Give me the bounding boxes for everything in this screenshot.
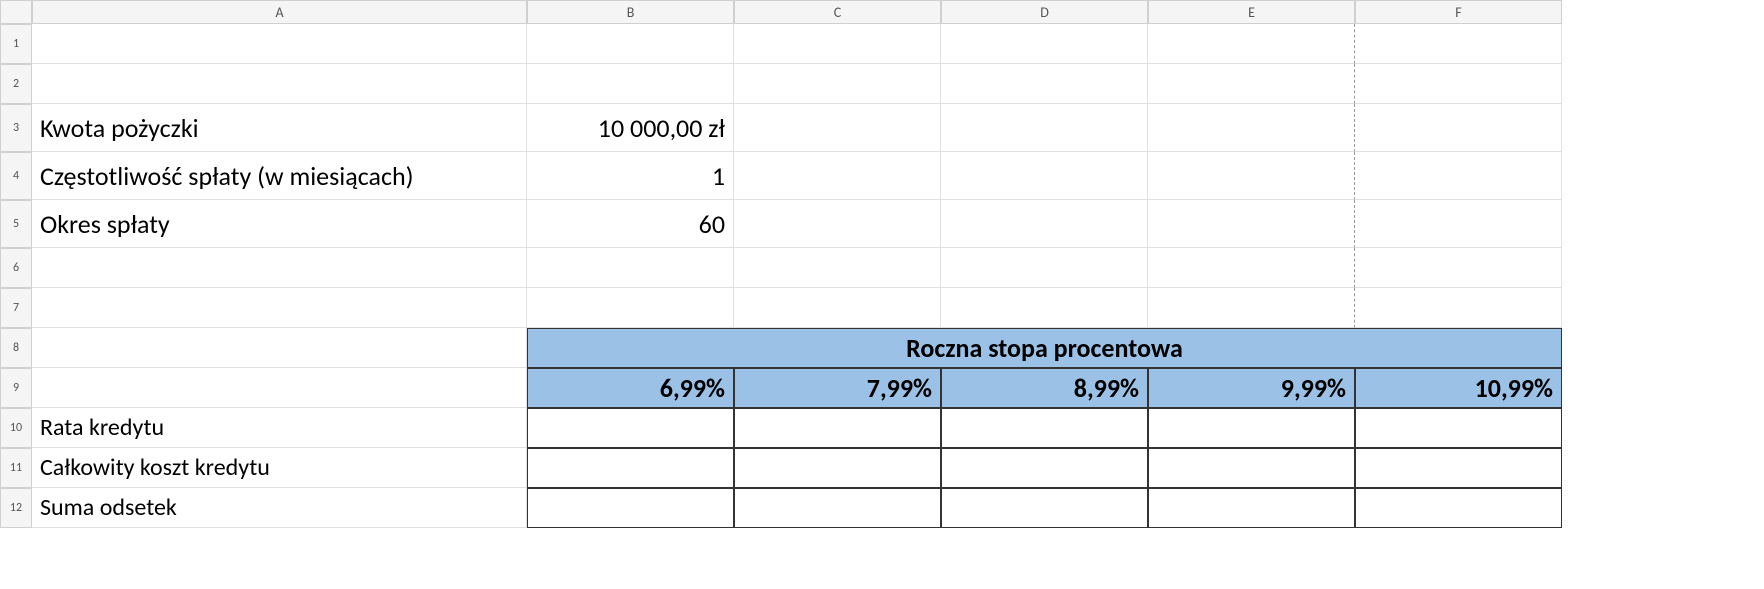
cell-b6[interactable] — [527, 248, 734, 288]
cell-c2[interactable] — [734, 64, 941, 104]
cell-a11-total-cost-label[interactable]: Całkowity koszt kredytu — [32, 448, 527, 488]
cell-d5[interactable] — [941, 200, 1148, 248]
cell-d1[interactable] — [941, 24, 1148, 64]
cell-f7[interactable] — [1355, 288, 1562, 328]
cell-b4-frequency-value[interactable]: 1 — [527, 152, 734, 200]
cell-b12[interactable] — [527, 488, 734, 528]
cell-c12[interactable] — [734, 488, 941, 528]
cell-e9-rate[interactable]: 9,99% — [1148, 368, 1355, 408]
cell-c7[interactable] — [734, 288, 941, 328]
cell-a4-frequency-label[interactable]: Częstotliwość spłaty (w miesiącach) — [32, 152, 527, 200]
corner-cell[interactable] — [0, 0, 32, 24]
cell-b1[interactable] — [527, 24, 734, 64]
cell-e10[interactable] — [1148, 408, 1355, 448]
cell-f3[interactable] — [1355, 104, 1562, 152]
cell-d9-rate[interactable]: 8,99% — [941, 368, 1148, 408]
row-header-8[interactable]: 8 — [0, 328, 32, 368]
col-header-f[interactable]: F — [1355, 0, 1562, 24]
cell-a7[interactable] — [32, 288, 527, 328]
cell-f9-rate[interactable]: 10,99% — [1355, 368, 1562, 408]
annual-rate-header[interactable]: Roczna stopa procentowa — [527, 328, 1562, 368]
cell-b3-loan-amount-value[interactable]: 10 000,00 zł — [527, 104, 734, 152]
cell-e4[interactable] — [1148, 152, 1355, 200]
cell-e11[interactable] — [1148, 448, 1355, 488]
cell-e7[interactable] — [1148, 288, 1355, 328]
row-header-10[interactable]: 10 — [0, 408, 32, 448]
cell-c6[interactable] — [734, 248, 941, 288]
cell-e6[interactable] — [1148, 248, 1355, 288]
cell-a10-installment-label[interactable]: Rata kredytu — [32, 408, 527, 448]
cell-b9-rate[interactable]: 6,99% — [527, 368, 734, 408]
cell-d10[interactable] — [941, 408, 1148, 448]
cell-d11[interactable] — [941, 448, 1148, 488]
cell-d7[interactable] — [941, 288, 1148, 328]
cell-c1[interactable] — [734, 24, 941, 64]
cell-c9-rate[interactable]: 7,99% — [734, 368, 941, 408]
cell-a3-loan-amount-label[interactable]: Kwota pożyczki — [32, 104, 527, 152]
cell-f4[interactable] — [1355, 152, 1562, 200]
cell-f1[interactable] — [1355, 24, 1562, 64]
row-header-1[interactable]: 1 — [0, 24, 32, 64]
cell-a8[interactable] — [32, 328, 527, 368]
cell-e2[interactable] — [1148, 64, 1355, 104]
cell-f12[interactable] — [1355, 488, 1562, 528]
col-header-e[interactable]: E — [1148, 0, 1355, 24]
col-header-d[interactable]: D — [941, 0, 1148, 24]
row-header-2[interactable]: 2 — [0, 64, 32, 104]
row-header-7[interactable]: 7 — [0, 288, 32, 328]
cell-b11[interactable] — [527, 448, 734, 488]
row-header-5[interactable]: 5 — [0, 200, 32, 248]
cell-f2[interactable] — [1355, 64, 1562, 104]
col-header-b[interactable]: B — [527, 0, 734, 24]
cell-f6[interactable] — [1355, 248, 1562, 288]
cell-e5[interactable] — [1148, 200, 1355, 248]
cell-a9[interactable] — [32, 368, 527, 408]
row-header-4[interactable]: 4 — [0, 152, 32, 200]
cell-b7[interactable] — [527, 288, 734, 328]
cell-e12[interactable] — [1148, 488, 1355, 528]
row-header-12[interactable]: 12 — [0, 488, 32, 528]
cell-e1[interactable] — [1148, 24, 1355, 64]
cell-a5-period-label[interactable]: Okres spłaty — [32, 200, 527, 248]
cell-a12-interest-sum-label[interactable]: Suma odsetek — [32, 488, 527, 528]
cell-d3[interactable] — [941, 104, 1148, 152]
cell-e3[interactable] — [1148, 104, 1355, 152]
cell-d4[interactable] — [941, 152, 1148, 200]
row-header-3[interactable]: 3 — [0, 104, 32, 152]
row-header-6[interactable]: 6 — [0, 248, 32, 288]
cell-d6[interactable] — [941, 248, 1148, 288]
cell-c5[interactable] — [734, 200, 941, 248]
spreadsheet-grid[interactable]: A B C D E F 1 2 3 Kwota pożyczki 10 000,… — [0, 0, 1764, 528]
cell-c4[interactable] — [734, 152, 941, 200]
cell-d12[interactable] — [941, 488, 1148, 528]
cell-d2[interactable] — [941, 64, 1148, 104]
cell-c10[interactable] — [734, 408, 941, 448]
cell-f10[interactable] — [1355, 408, 1562, 448]
row-header-11[interactable]: 11 — [0, 448, 32, 488]
cell-c3[interactable] — [734, 104, 941, 152]
col-header-c[interactable]: C — [734, 0, 941, 24]
cell-f11[interactable] — [1355, 448, 1562, 488]
cell-f5[interactable] — [1355, 200, 1562, 248]
cell-c11[interactable] — [734, 448, 941, 488]
cell-b10[interactable] — [527, 408, 734, 448]
cell-a1[interactable] — [32, 24, 527, 64]
cell-a6[interactable] — [32, 248, 527, 288]
row-header-9[interactable]: 9 — [0, 368, 32, 408]
col-header-a[interactable]: A — [32, 0, 527, 24]
cell-b2[interactable] — [527, 64, 734, 104]
cell-b5-period-value[interactable]: 60 — [527, 200, 734, 248]
cell-a2[interactable] — [32, 64, 527, 104]
